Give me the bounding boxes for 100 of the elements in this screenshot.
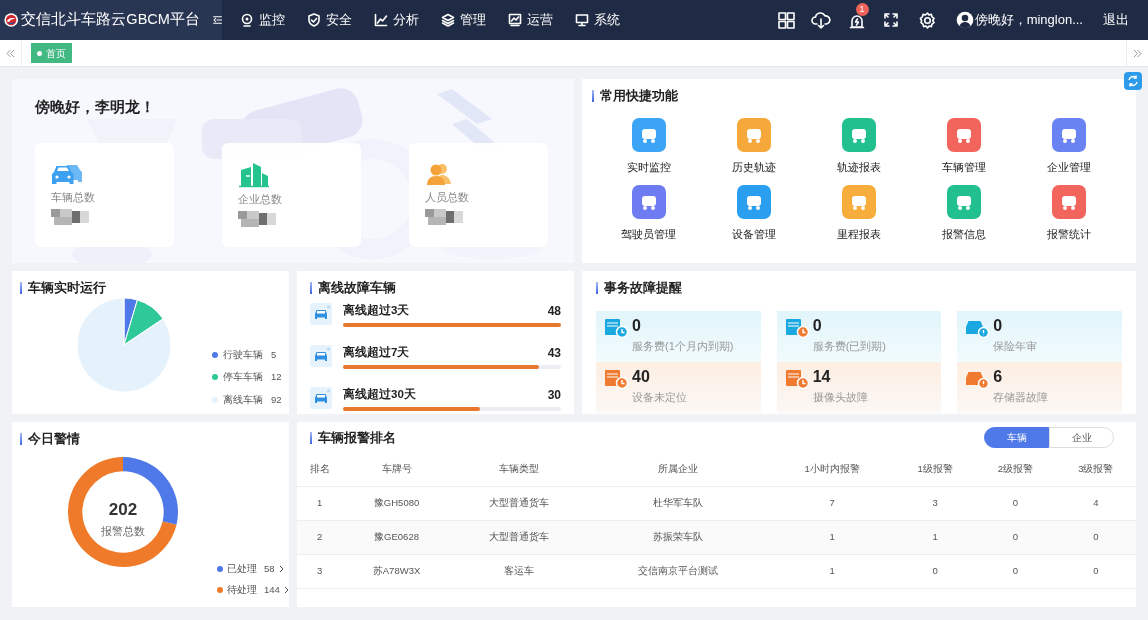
line-chart-icon (374, 13, 388, 27)
fault-label: 存储器故障 (993, 389, 1049, 405)
refresh-icon[interactable] (1124, 72, 1142, 90)
shortcut-item[interactable]: 报警统计 (1016, 185, 1122, 243)
nav-menu-item[interactable]: 运营 (508, 10, 553, 30)
shortcut-item[interactable]: 里程报表 (806, 185, 912, 243)
stat-label: 车辆总数 (51, 189, 96, 205)
nav-menu-item[interactable]: 监控 (240, 10, 285, 30)
chevron-right-icon[interactable] (283, 586, 289, 595)
fault-count: 14 (812, 367, 832, 386)
legend-label: 已处理 (227, 562, 257, 576)
table-cell: 大型普通货车 (450, 486, 588, 520)
table-cell: 交信南京平台测试 (587, 554, 770, 588)
table-cell: 3 (297, 554, 343, 588)
buildings-icon (238, 161, 270, 188)
grid-icon[interactable] (777, 11, 795, 29)
table-cell: 豫GH5080 (342, 486, 451, 520)
table-cell: 3 (895, 486, 976, 520)
fault-count: 6 (993, 367, 1004, 386)
alarm-total: 202 (108, 499, 138, 521)
table-cell: 苏振荣车队 (587, 520, 770, 554)
shortcut-item[interactable]: 轨迹报表 (806, 117, 912, 175)
column-header: 1级报警 (895, 452, 976, 486)
table-cell: 1 (769, 554, 895, 588)
app-title: 交信北斗车路云GBCM平台 (21, 10, 200, 30)
table-cell: 客运车 (450, 554, 588, 588)
legend-label: 行驶车辆 (223, 348, 263, 362)
shortcut-item[interactable]: 设备管理 (701, 185, 807, 243)
chart-board-icon (508, 13, 522, 27)
fault-label: 服务费(1个月内到期) (632, 338, 734, 354)
table-cell: 2 (297, 520, 343, 554)
shortcut-item[interactable]: 实时监控 (596, 117, 702, 175)
fault-tile[interactable]: 0 保险年审 (957, 310, 1122, 362)
column-header: 所属企业 (587, 452, 770, 486)
settings-icon[interactable] (918, 11, 936, 29)
card-title: 离线故障车辆 (318, 279, 396, 297)
fault-tile[interactable]: 6 存储器故障 (957, 361, 1122, 413)
legend-label: 停车车辆 (223, 370, 263, 385)
fault-label: 设备未定位 (632, 389, 687, 405)
user-greeting[interactable]: 傍晚好，minglon... (974, 10, 1083, 30)
fault-tile[interactable]: 40 设备未定位 (596, 361, 761, 413)
toggle-tab[interactable]: 企业 (1049, 427, 1114, 448)
table-cell: 苏A78W3X (342, 554, 451, 588)
column-header: 3级报警 (1055, 452, 1136, 486)
column-header: 车辆类型 (450, 452, 588, 486)
table-cell: 1 (769, 520, 895, 554)
user-avatar-icon[interactable] (955, 11, 974, 29)
fault-label: 保险年审 (993, 338, 1038, 354)
logout-link[interactable]: 退出 (1103, 10, 1129, 30)
table-cell: 1 (297, 486, 343, 520)
legend-value: 12 (271, 370, 282, 385)
fullscreen-icon[interactable] (882, 12, 899, 28)
fault-count: 40 (632, 367, 651, 386)
car-icon (310, 345, 332, 367)
document-clock-icon (603, 316, 629, 339)
card-title: 车辆报警排名 (318, 428, 396, 447)
table-cell: 大型普通货车 (450, 520, 588, 554)
table-cell: 豫GE0628 (342, 520, 451, 554)
nav-menu-item[interactable]: 分析 (374, 10, 419, 30)
legend-value: 144 (264, 583, 280, 598)
card-title: 常用快捷功能 (600, 87, 678, 105)
column-header: 2级报警 (975, 452, 1056, 486)
pixelated-value-drawing (238, 211, 276, 228)
stat-label: 人员总数 (425, 189, 470, 205)
cloud-download-icon[interactable] (810, 11, 831, 29)
column-header: 排名 (297, 452, 343, 486)
fault-tile[interactable]: 0 服务费(1个月内到期) (596, 310, 761, 362)
fault-count: 0 (632, 316, 642, 335)
nav-menu-item[interactable]: 安全 (307, 10, 352, 30)
table-cell: 0 (975, 554, 1056, 588)
people-icon (425, 161, 453, 186)
fault-label: 服务费(已到期) (812, 338, 886, 354)
legend-value: 58 (264, 562, 275, 576)
nav-menu-item[interactable]: 系统 (575, 10, 620, 30)
chevron-right-icon[interactable] (278, 565, 284, 574)
shortcut-item[interactable]: 驾驶员管理 (596, 185, 702, 243)
car-icon (310, 303, 332, 325)
fault-tile[interactable]: 0 服务费(已到期) (776, 310, 942, 362)
camera-warning-icon (783, 367, 810, 390)
pixelated-value-drawing (51, 209, 89, 226)
legend-label: 离线车辆 (223, 392, 263, 407)
location-pin-icon (240, 13, 254, 27)
table-cell: 杜华军车队 (587, 486, 770, 520)
table-cell: 1 (895, 520, 976, 554)
shortcut-item[interactable]: 报警信息 (911, 185, 1017, 243)
legend-value: 92 (271, 392, 282, 407)
fault-count: 0 (993, 316, 1004, 335)
fault-tile[interactable]: 14 摄像头故障 (776, 361, 942, 413)
toggle-tab[interactable]: 车辆 (984, 427, 1049, 448)
shortcut-item[interactable]: 车辆管理 (911, 117, 1017, 175)
column-header: 车牌号 (342, 452, 451, 486)
nav-menu-item[interactable]: 管理 (441, 10, 486, 30)
monitor-icon (575, 13, 589, 27)
shortcut-item[interactable]: 历史轨迹 (701, 117, 807, 175)
fault-label: 摄像头故障 (812, 389, 868, 405)
notification-badge: 1 (855, 2, 869, 16)
offline-label: 离线超过3天 (343, 302, 410, 319)
menu-collapse-icon[interactable] (212, 14, 222, 26)
shortcut-item[interactable]: 企业管理 (1016, 117, 1122, 175)
offline-count: 43 (547, 344, 561, 362)
